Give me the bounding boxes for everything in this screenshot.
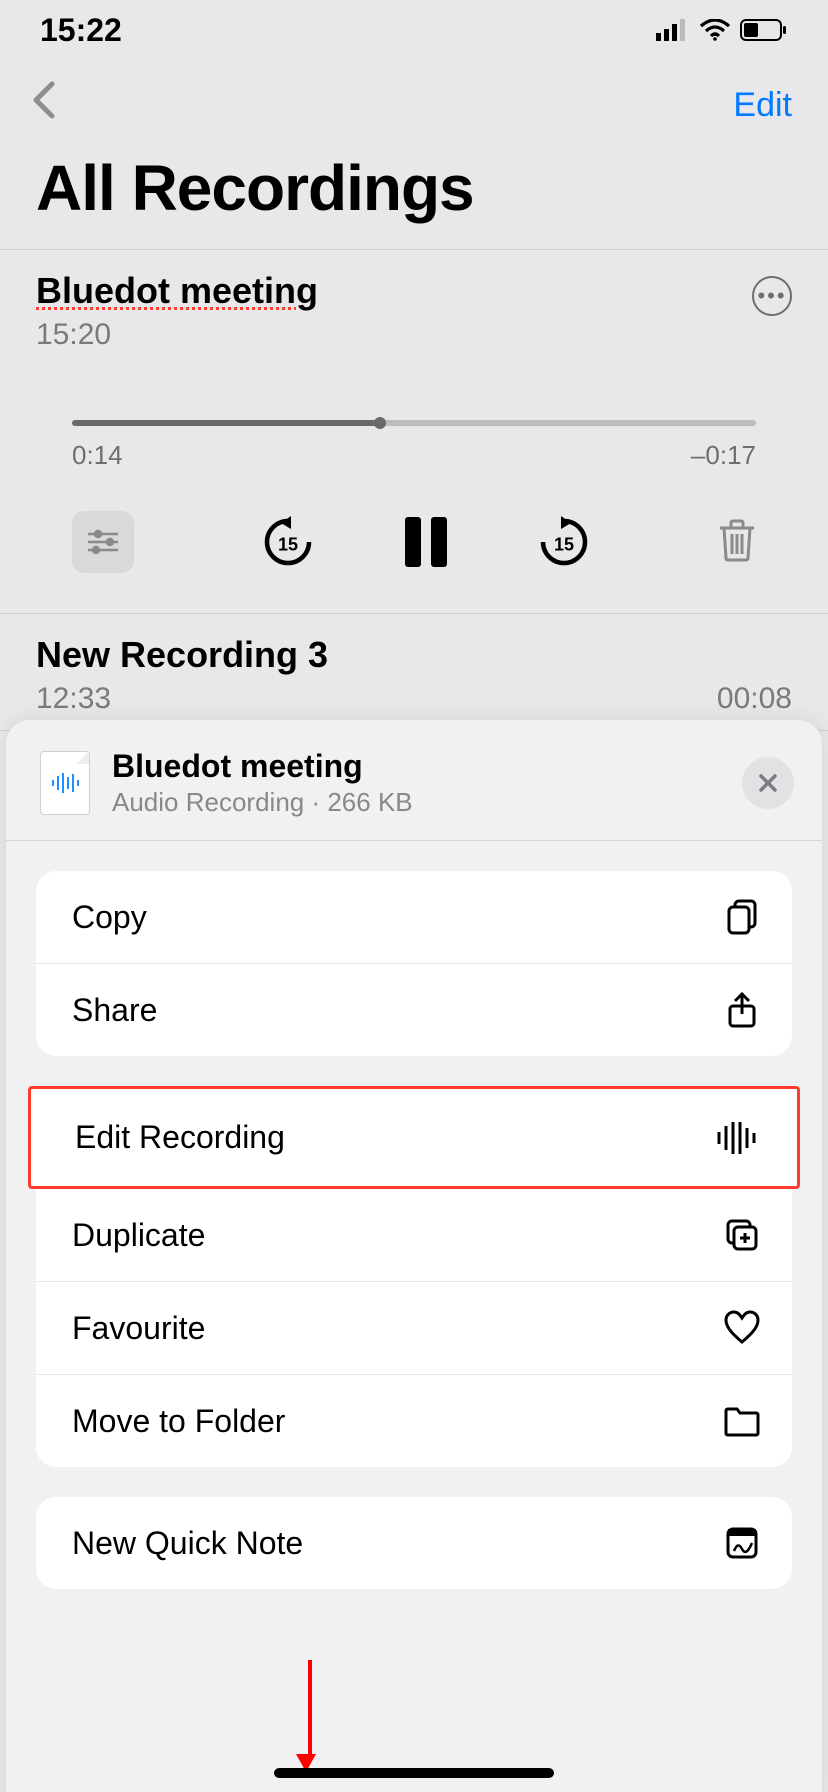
recording-name: New Recording 3	[36, 634, 328, 676]
action-label: New Quick Note	[72, 1525, 303, 1562]
page-title: All Recordings	[0, 141, 828, 249]
action-label: Move to Folder	[72, 1403, 285, 1440]
scrubber[interactable]	[72, 416, 756, 430]
action-label: Duplicate	[72, 1217, 205, 1254]
recording-name: Bluedot meeting	[36, 270, 318, 312]
more-button[interactable]: •••	[752, 276, 792, 316]
share-icon	[722, 990, 762, 1030]
action-copy[interactable]: Copy	[36, 871, 792, 964]
delete-button[interactable]	[718, 518, 756, 567]
action-label: Share	[72, 992, 157, 1029]
action-edit-recording[interactable]: Edit Recording	[28, 1086, 800, 1189]
back-button[interactable]	[30, 80, 56, 131]
home-indicator[interactable]	[274, 1768, 554, 1778]
audio-file-icon	[40, 751, 90, 815]
playback-options-button[interactable]	[72, 511, 134, 573]
action-label: Favourite	[72, 1310, 205, 1347]
status-bar: 15:22	[0, 0, 828, 60]
battery-icon	[740, 12, 788, 49]
nav-bar: Edit	[0, 60, 828, 141]
sheet-title: Bluedot meeting	[112, 748, 742, 785]
waveform-icon	[715, 1120, 759, 1156]
action-favourite[interactable]: Favourite	[36, 1282, 792, 1375]
recording-time: 15:20	[36, 318, 318, 352]
folder-icon	[722, 1401, 762, 1441]
action-group: Duplicate Favourite Move to Folder	[36, 1189, 792, 1467]
sheet-subtitle: Audio Recording · 266 KB	[112, 787, 742, 818]
recording-duration: 00:08	[717, 682, 792, 716]
recording-row[interactable]: New Recording 3 12:33 00:08	[0, 613, 828, 730]
cellular-icon	[656, 12, 690, 49]
action-sheet: Bluedot meeting Audio Recording · 266 KB…	[6, 720, 822, 1792]
quick-note-icon	[722, 1523, 762, 1563]
remaining-time: –0:17	[691, 440, 756, 471]
action-label: Copy	[72, 899, 147, 936]
close-button[interactable]	[742, 757, 794, 809]
skip-forward-15-button[interactable]: 15	[537, 515, 591, 569]
duplicate-icon	[722, 1215, 762, 1255]
action-label: Edit Recording	[75, 1119, 285, 1156]
pause-button[interactable]	[405, 517, 447, 567]
wifi-icon	[700, 12, 730, 49]
annotation-arrow	[304, 1660, 316, 1772]
action-new-quick-note[interactable]: New Quick Note	[36, 1497, 792, 1589]
copy-icon	[722, 897, 762, 937]
audio-player: 0:14 –0:17 15	[36, 352, 792, 599]
heart-icon	[722, 1308, 762, 1348]
action-share[interactable]: Share	[36, 964, 792, 1056]
recording-row-expanded[interactable]: Bluedot meeting 15:20 ••• 0:14 –0:17	[0, 249, 828, 613]
action-group: New Quick Note	[36, 1497, 792, 1589]
edit-button[interactable]: Edit	[733, 86, 792, 125]
recording-time: 12:33	[36, 682, 328, 716]
status-time: 15:22	[40, 12, 122, 49]
action-group: Copy Share	[36, 871, 792, 1056]
elapsed-time: 0:14	[72, 440, 123, 471]
action-duplicate[interactable]: Duplicate	[36, 1189, 792, 1282]
action-move-to-folder[interactable]: Move to Folder	[36, 1375, 792, 1467]
skip-back-15-button[interactable]: 15	[261, 515, 315, 569]
